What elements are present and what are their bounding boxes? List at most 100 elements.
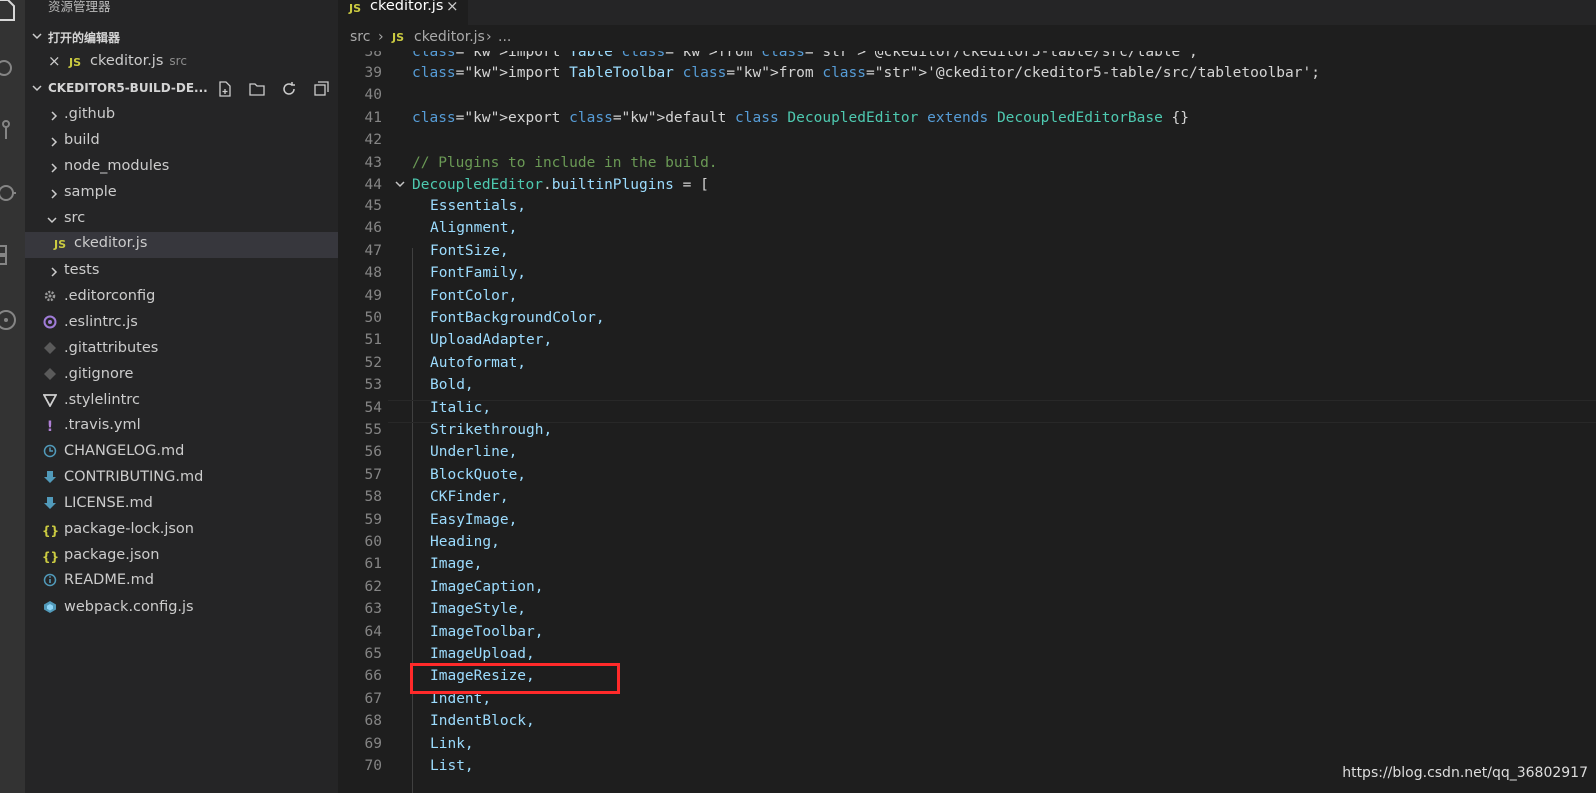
debug-icon[interactable] xyxy=(0,170,25,210)
extensions-icon[interactable] xyxy=(0,232,25,272)
plugin-name: ImageStyle, xyxy=(430,601,527,618)
tree-item-package-json[interactable]: {} package.json xyxy=(25,544,338,570)
code-line: 50 FontBackgroundColor, xyxy=(364,310,605,326)
tree-item-stylelintrc[interactable]: .stylelintrc xyxy=(25,389,338,415)
plugin-name: Link, xyxy=(430,735,474,752)
plugin-name: EasyImage, xyxy=(430,511,518,528)
close-icon[interactable]: × xyxy=(48,52,61,70)
fold-chevron-icon[interactable] xyxy=(394,178,406,194)
source-control-icon[interactable] xyxy=(0,108,25,148)
new-file-icon[interactable] xyxy=(216,80,234,98)
tree-item-ckeditor-js[interactable]: JS ckeditor.js xyxy=(25,232,338,258)
tree-item-readme[interactable]: README.md xyxy=(25,569,338,595)
search-icon[interactable] xyxy=(0,48,25,88)
plugin-name: BlockQuote, xyxy=(430,466,527,483)
code-line: 58 CKFinder, xyxy=(364,489,509,506)
plugin-name: CKFinder, xyxy=(430,489,509,506)
code-builtin-plugins: DecoupledEditor.builtinPlugins = [ xyxy=(412,177,709,193)
open-editor-item-ckeditor[interactable]: × JS ckeditor.js src xyxy=(25,50,338,76)
tab-ckeditor-js[interactable]: JS ckeditor.js × xyxy=(338,0,468,25)
code-import-tabletoolbar: class="kw">import TableToolbar class="kw… xyxy=(412,65,1320,81)
tree-item-github[interactable]: .github xyxy=(25,103,338,129)
open-editor-desc: src xyxy=(169,54,187,68)
webpack-icon xyxy=(42,600,58,618)
code-export-class: class="kw">export class="kw">default cla… xyxy=(412,110,1190,126)
code-comment: // Plugins to include in the build. xyxy=(412,155,718,171)
refresh-icon[interactable] xyxy=(280,80,298,98)
close-icon[interactable]: × xyxy=(446,0,459,15)
code-line: 56 Underline, xyxy=(364,444,518,461)
breadcrumb: src › JS ckeditor.js › ... xyxy=(338,25,1596,51)
plugin-name: Underline, xyxy=(430,444,518,461)
tree-item-tests[interactable]: tests xyxy=(25,259,338,285)
remote-icon[interactable] xyxy=(0,298,25,338)
code-line: 41 class="kw">export class="kw">default … xyxy=(364,110,1190,126)
tree-item-eslintrc[interactable]: .eslintrc.js xyxy=(25,311,338,337)
info-icon xyxy=(42,573,58,591)
markdown-icon xyxy=(42,496,58,514)
watermark: https://blog.csdn.net/qq_36802917 xyxy=(1342,765,1588,781)
code-line: 47 FontSize, xyxy=(364,242,509,259)
open-editors-header[interactable]: 打开的编辑器 xyxy=(25,25,338,50)
code-editor[interactable]: 38 class="kw">import Table class="kw">fr… xyxy=(338,51,1596,793)
tree-item-gitattributes[interactable]: .gitattributes xyxy=(25,337,338,363)
plugin-name: IndentBlock, xyxy=(430,713,535,730)
tree-item-gitignore[interactable]: .gitignore xyxy=(25,363,338,389)
plugin-name: FontSize, xyxy=(430,242,509,259)
code-line: 54 Italic, xyxy=(364,399,492,416)
tree-item-src[interactable]: src xyxy=(25,207,338,233)
chevron-down-icon xyxy=(46,214,58,230)
tree-item-webpack[interactable]: webpack.config.js xyxy=(25,596,338,622)
chevron-right-icon: › xyxy=(378,29,384,45)
collapse-all-icon[interactable] xyxy=(312,80,330,98)
plugin-name: Strikethrough, xyxy=(430,422,553,438)
code-line: 51 UploadAdapter, xyxy=(364,332,553,349)
plugin-name: Image, xyxy=(430,556,483,573)
js-file-icon: JS xyxy=(392,31,405,44)
plugin-name: ImageToolbar, xyxy=(430,623,544,640)
json-icon: {} xyxy=(42,524,60,538)
chevron-right-icon: › xyxy=(486,29,492,45)
js-file-icon: JS xyxy=(349,2,362,15)
project-header[interactable]: CKEDITOR5-BUILD-DE... xyxy=(25,77,338,102)
json-icon: {} xyxy=(42,550,60,564)
chevron-down-icon xyxy=(31,30,43,45)
explorer-icon[interactable] xyxy=(0,0,25,28)
tree-item-package-lock[interactable]: {} package-lock.json xyxy=(25,518,338,544)
tree-item-editorconfig[interactable]: .editorconfig xyxy=(25,285,338,311)
explorer-sidebar: 资源管理器 打开的编辑器 × JS ckeditor.js src CKEDITO… xyxy=(25,0,338,793)
code-line: 44 DecoupledEditor.builtinPlugins = [ xyxy=(364,177,709,194)
breadcrumb-file[interactable]: ckeditor.js xyxy=(414,29,485,45)
breadcrumb-symbols[interactable]: ... xyxy=(498,29,511,45)
exclamation-icon: ! xyxy=(46,419,54,435)
code-line: 61 Image, xyxy=(364,556,483,573)
open-editor-label: ckeditor.js xyxy=(90,53,164,69)
tree-item-build[interactable]: build xyxy=(25,129,338,155)
plugin-name: Heading, xyxy=(430,534,500,550)
code-line: 68 IndentBlock, xyxy=(364,713,535,730)
code-line: 62 ImageCaption, xyxy=(364,578,544,595)
code-line: 45 Essentials, xyxy=(364,198,527,214)
code-line: 43 // Plugins to include in the build. xyxy=(364,155,718,171)
tree-item-node-modules[interactable]: node_modules xyxy=(25,155,338,181)
clock-icon xyxy=(42,444,58,462)
code-line: 60 Heading, xyxy=(364,534,500,550)
chevron-right-icon xyxy=(48,110,60,126)
activity-bar xyxy=(0,0,25,793)
code-line: 55 Strikethrough, xyxy=(364,422,553,438)
code-line: 46 Alignment, xyxy=(364,220,518,237)
editor-area: JS ckeditor.js × src › JS ckeditor.js › … xyxy=(338,0,1596,793)
tree-item-license[interactable]: LICENSE.md xyxy=(25,492,338,518)
tab-label: ckeditor.js xyxy=(370,0,444,14)
tree-item-changelog[interactable]: CHANGELOG.md xyxy=(25,440,338,466)
code-line: 64 ImageToolbar, xyxy=(364,623,544,640)
new-folder-icon[interactable] xyxy=(248,80,266,98)
code-line: 40 xyxy=(364,87,382,103)
js-file-icon: JS xyxy=(53,238,66,251)
plugin-name: Italic, xyxy=(430,399,492,416)
breadcrumb-src[interactable]: src xyxy=(350,29,370,45)
tree-item-travis[interactable]: ! .travis.yml xyxy=(25,414,338,440)
code-line: 69 Link, xyxy=(364,735,474,752)
tree-item-sample[interactable]: sample xyxy=(25,181,338,207)
tree-item-contributing[interactable]: CONTRIBUTING.md xyxy=(25,466,338,492)
